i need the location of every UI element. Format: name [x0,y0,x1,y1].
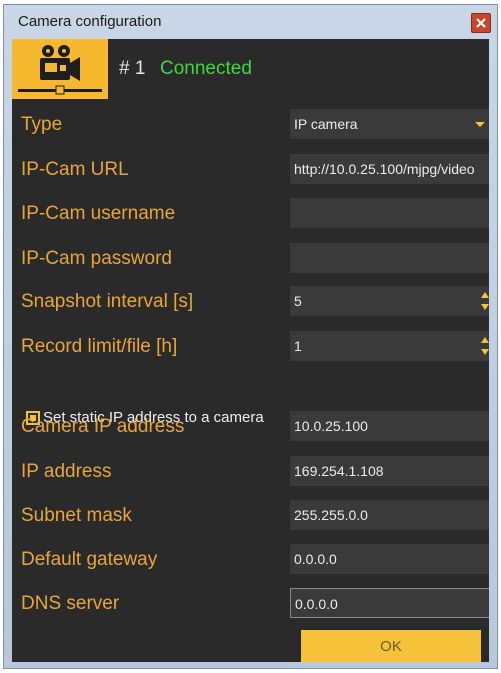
record-limit-spinner[interactable]: 1 [290,331,489,361]
camera-number: # 1 [119,58,146,79]
close-button[interactable] [471,13,491,33]
title-bar: Camera configuration [4,5,497,37]
subnet-mask-input[interactable]: 255.255.0.0 [290,500,489,530]
film-camera-icon [18,45,102,95]
connection-status: Connected [160,58,252,79]
config-panel: # 1 Connected Type IP camera IP-Cam URL … [12,39,489,662]
chevron-down-icon [475,122,485,127]
camera-logo [12,39,108,99]
dns-server-input[interactable]: 0.0.0.0 [290,588,489,618]
ip-cam-username-label: IP-Cam username [21,203,176,224]
ip-cam-url-value: http://10.0.25.100/mjpg/video [294,161,475,177]
default-gateway-value: 0.0.0.0 [294,551,337,567]
record-limit-row: Record limit/file [h] 1 [12,331,489,365]
type-dropdown[interactable]: IP camera [290,109,489,139]
ip-cam-username-row: IP-Cam username [12,198,489,232]
dns-server-label: DNS server [21,593,120,614]
ip-cam-url-row: IP-Cam URL http://10.0.25.100/mjpg/video [12,154,489,188]
ip-cam-password-row: IP-Cam password [12,243,489,277]
ip-address-label: IP address [21,461,112,482]
window-title: Camera configuration [18,13,162,30]
snapshot-interval-value: 5 [294,293,302,309]
spinner-arrows-icon[interactable] [481,337,489,355]
dns-server-value: 0.0.0.0 [295,596,338,612]
snapshot-interval-spinner[interactable]: 5 [290,286,489,316]
ip-cam-url-label: IP-Cam URL [21,159,129,180]
camera-ip-address-label: Camera IP address [21,416,185,437]
ip-address-input[interactable]: 169.254.1.108 [290,456,489,486]
camera-ip-address-input[interactable]: 10.0.25.100 [290,411,489,441]
ip-cam-password-label: IP-Cam password [21,248,172,269]
camera-ip-address-value: 10.0.25.100 [294,418,368,434]
ip-address-row: IP address 169.254.1.108 [12,456,489,490]
subnet-mask-label: Subnet mask [21,505,132,526]
spinner-arrows-icon[interactable] [481,292,489,310]
snapshot-interval-row: Snapshot interval [s] 5 [12,286,489,320]
camera-header: # 1 Connected [12,39,489,99]
close-icon [476,18,486,28]
dns-server-row: DNS server 0.0.0.0 [12,588,489,622]
type-value: IP camera [294,116,358,132]
default-gateway-row: Default gateway 0.0.0.0 [12,544,489,578]
default-gateway-label: Default gateway [21,549,158,570]
subnet-mask-value: 255.255.0.0 [294,507,368,523]
type-label: Type [21,114,63,135]
camera-ip-address-row: Camera IP address 10.0.25.100 [12,411,489,445]
record-limit-value: 1 [294,338,302,354]
ok-button[interactable]: OK [301,630,481,662]
ip-cam-password-input[interactable] [290,243,489,273]
record-limit-label: Record limit/file [h] [21,336,178,357]
ip-address-value: 169.254.1.108 [294,463,384,479]
default-gateway-input[interactable]: 0.0.0.0 [290,544,489,574]
snapshot-interval-label: Snapshot interval [s] [21,291,194,312]
camera-configuration-window: Camera configuration # 1 Connected Type … [3,4,498,669]
ip-cam-url-input[interactable]: http://10.0.25.100/mjpg/video [290,154,489,184]
ip-cam-username-input[interactable] [290,198,489,228]
subnet-mask-row: Subnet mask 255.255.0.0 [12,500,489,534]
type-row: Type IP camera [12,109,489,143]
